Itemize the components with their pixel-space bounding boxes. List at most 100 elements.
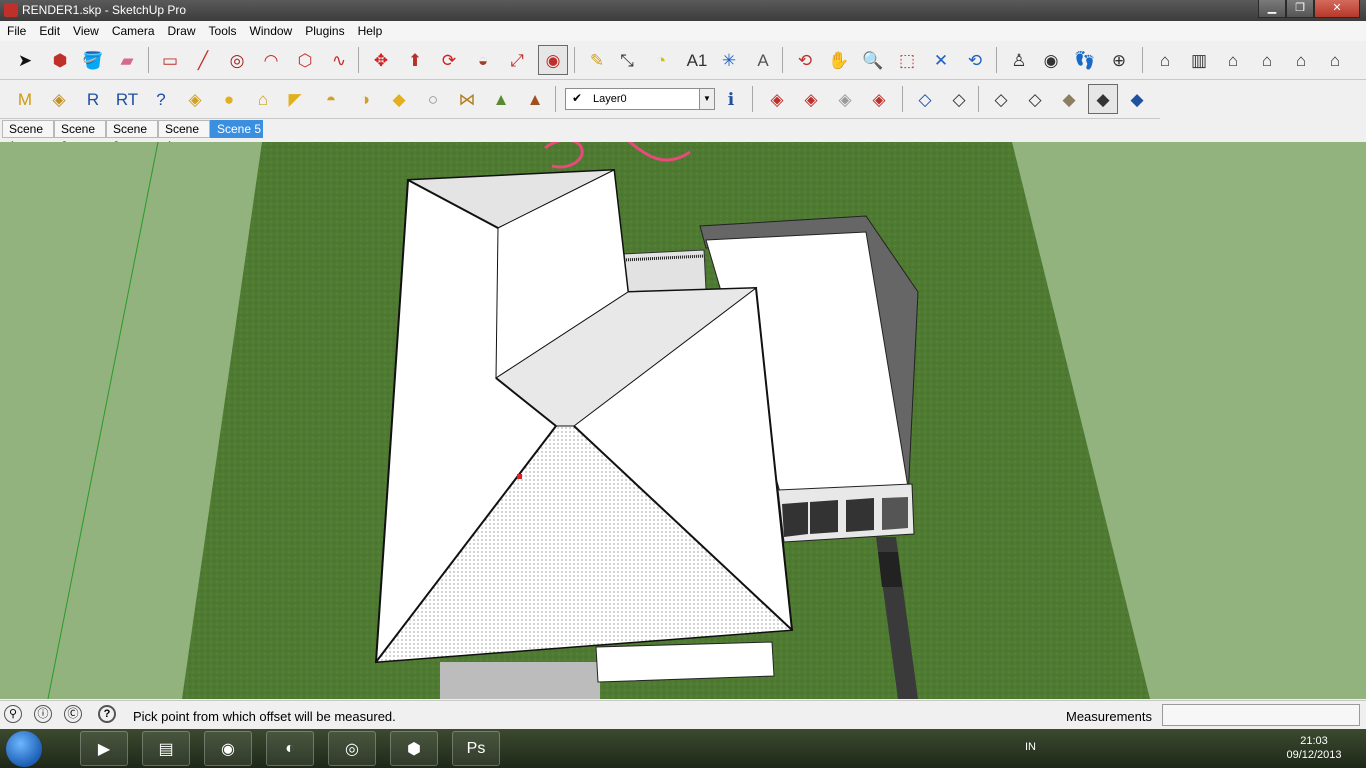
photoshop-taskbar-button[interactable]: Ps — [452, 731, 500, 766]
shaded-style-icon[interactable]: ◆ — [1054, 84, 1084, 114]
plane-icon[interactable]: ⋈ — [452, 84, 482, 114]
sandbox-smoove-icon[interactable]: ◈ — [830, 84, 860, 114]
sign-in-icon[interactable]: Ⓒ — [64, 705, 82, 723]
freehand-tool[interactable]: ∿ — [324, 45, 354, 75]
tag-plugin-icon[interactable]: ◈ — [44, 84, 74, 114]
back-view[interactable]: ⌂ — [1286, 45, 1316, 75]
offset-tool[interactable]: ◉ — [538, 45, 568, 75]
system-clock[interactable]: 21:03 09/12/2013 — [1283, 734, 1345, 762]
section-plane-tool[interactable]: ⊕ — [1104, 45, 1134, 75]
instructor-help-icon[interactable]: ? — [98, 705, 116, 723]
zoom-window-tool[interactable]: ⬚ — [892, 45, 922, 75]
tab-scene-4[interactable]: Scene 4 — [158, 120, 210, 153]
material-tag-icon[interactable]: ◈ — [180, 84, 210, 114]
walk-tool[interactable]: 👣 — [1070, 45, 1100, 75]
dimension-tool[interactable]: ⤡ — [612, 45, 642, 75]
m-plugin-icon[interactable]: M — [10, 84, 40, 114]
menu-file[interactable]: File — [0, 21, 32, 38]
top-view[interactable]: ▥ — [1184, 45, 1214, 75]
omni-light-icon[interactable]: ● — [214, 84, 244, 114]
select-tool[interactable]: ➤ — [10, 45, 40, 75]
circle-tool[interactable]: ◎ — [222, 45, 252, 75]
menu-plugins[interactable]: Plugins — [298, 21, 350, 38]
minimize-button[interactable]: ▁ — [1258, 0, 1286, 18]
previous-view-tool[interactable]: ⟲ — [960, 45, 990, 75]
text-tool[interactable]: A1 — [682, 45, 712, 75]
line-tool[interactable]: ╱ — [188, 45, 218, 75]
front-view[interactable]: ⌂ — [1218, 45, 1248, 75]
position-camera-tool[interactable]: ♙ — [1004, 45, 1034, 75]
measurements-input[interactable] — [1162, 704, 1360, 726]
menu-window[interactable]: Window — [243, 21, 299, 38]
move-tool[interactable]: ✥ — [366, 45, 396, 75]
media-player-taskbar-button[interactable]: ▶ — [80, 731, 128, 766]
spot-light-icon[interactable]: ⌂ — [248, 84, 278, 114]
paint-bucket-tool[interactable]: 🪣 — [78, 45, 108, 75]
start-button[interactable] — [6, 731, 42, 767]
render-rt-icon[interactable]: RT — [112, 84, 142, 114]
render-r-icon[interactable]: R — [78, 84, 108, 114]
sphere-light-icon[interactable]: ◓ — [316, 84, 346, 114]
3d-text-tool[interactable]: A — [748, 45, 778, 75]
axes-tool[interactable]: ✳ — [714, 45, 744, 75]
menu-draw[interactable]: Draw — [161, 21, 202, 38]
menu-camera[interactable]: Camera — [105, 21, 161, 38]
close-button[interactable]: ✕ — [1314, 0, 1360, 18]
sphere-icon[interactable]: ○ — [418, 84, 448, 114]
help-plugin-icon[interactable]: ? — [146, 84, 176, 114]
ies-light-icon[interactable]: ◑ — [350, 84, 380, 114]
wireframe-style-icon[interactable]: ◇ — [986, 84, 1016, 114]
layer-dropdown[interactable]: ✔ Layer0 ▼ — [565, 88, 715, 110]
polygon-tool[interactable]: ⬡ — [290, 45, 320, 75]
menu-view[interactable]: View — [66, 21, 105, 38]
mesh-light-icon[interactable]: ◆ — [384, 84, 414, 114]
hidden-line-style-icon[interactable]: ◇ — [1020, 84, 1050, 114]
rectangle-tool[interactable]: ▭ — [155, 45, 185, 75]
back-edges-style-icon[interactable]: ◇ — [944, 84, 974, 114]
zoom-extents-tool[interactable]: ✕ — [926, 45, 956, 75]
tab-scene-3[interactable]: Scene 3 — [106, 120, 158, 153]
monochrome-style-icon[interactable]: ◆ — [1122, 84, 1152, 114]
eraser-tool[interactable]: ▰ — [112, 45, 142, 75]
sandbox-stamp-icon[interactable]: ◈ — [864, 84, 894, 114]
look-around-tool[interactable]: ◉ — [1036, 45, 1066, 75]
rotate-tool[interactable]: ⟳ — [434, 45, 464, 75]
follow-me-tool[interactable]: ◒ — [468, 45, 498, 75]
firefox-taskbar-button[interactable]: ◉ — [204, 731, 252, 766]
chevron-down-icon[interactable]: ▼ — [699, 89, 714, 109]
xray-style-icon[interactable]: ◇ — [910, 84, 940, 114]
pan-tool[interactable]: ✋ — [824, 45, 854, 75]
sandbox-from-scratch-icon[interactable]: ◈ — [796, 84, 826, 114]
tab-scene-2[interactable]: Scene 2 — [54, 120, 106, 153]
language-indicator[interactable]: IN — [1025, 741, 1036, 753]
push-pull-tool[interactable]: ⬆ — [400, 45, 430, 75]
right-view[interactable]: ⌂ — [1252, 45, 1282, 75]
proxy-export-icon[interactable]: ▲ — [520, 84, 550, 114]
explorer-taskbar-button[interactable]: ▤ — [142, 731, 190, 766]
credits-icon[interactable]: ⓘ — [34, 705, 52, 723]
chrome-taskbar-button[interactable]: ◎ — [328, 731, 376, 766]
rect-light-icon[interactable]: ◤ — [280, 84, 310, 114]
left-view[interactable]: ⌂ — [1320, 45, 1350, 75]
tab-scene-1[interactable]: Scene 1 — [2, 120, 54, 153]
zoom-tool[interactable]: 🔍 — [858, 45, 888, 75]
drawing-viewport[interactable] — [0, 142, 1366, 699]
menu-edit[interactable]: Edit — [32, 21, 66, 38]
sandbox-from-contours-icon[interactable]: ◈ — [762, 84, 792, 114]
scale-tool[interactable]: ⤢ — [502, 45, 532, 75]
protractor-tool[interactable]: ◔ — [646, 45, 676, 75]
tab-scene-5[interactable]: Scene 5 — [210, 120, 263, 138]
geo-location-icon[interactable]: ⚲ — [4, 705, 22, 723]
iso-view[interactable]: ⌂ — [1150, 45, 1180, 75]
maximize-button[interactable]: ❐ — [1286, 0, 1314, 18]
menu-tools[interactable]: Tools — [202, 21, 243, 38]
orbit-tool[interactable]: ⟲ — [790, 45, 820, 75]
make-component-tool[interactable]: ⬢ — [45, 45, 75, 75]
layer-manager-icon[interactable]: ℹ — [716, 84, 746, 114]
arc-tool[interactable]: ◠ — [256, 45, 286, 75]
menu-help[interactable]: Help — [351, 21, 389, 38]
gom-player-taskbar-button[interactable]: ◐ — [266, 731, 314, 766]
shaded-textures-style-icon[interactable]: ◆ — [1088, 84, 1118, 114]
tape-measure-tool[interactable]: ✎ — [582, 45, 612, 75]
sketchup-taskbar-button[interactable]: ⬢ — [390, 731, 438, 766]
